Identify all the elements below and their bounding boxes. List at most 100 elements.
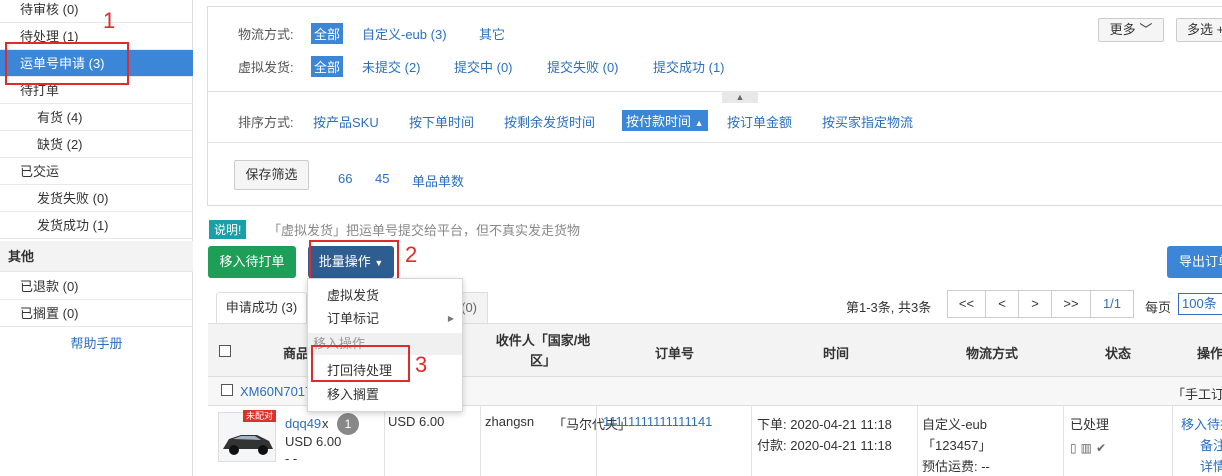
group-checkbox[interactable] (221, 384, 233, 396)
save-filter-button[interactable]: 保存筛选 (234, 160, 309, 190)
prev-page-button[interactable]: < (985, 290, 1019, 318)
order-time: 下单: 2020-04-21 11:18 (757, 417, 892, 432)
sidebar-item-out-of-stock[interactable]: 缺货 (2) (0, 131, 193, 158)
action-note[interactable]: 备注 (1200, 435, 1222, 454)
annotation-box-1 (5, 42, 129, 85)
virtual-option-success[interactable]: 提交成功 (1) (653, 57, 725, 76)
sort-option-sku[interactable]: 按产品SKU (313, 112, 379, 131)
select-all-checkbox[interactable] (219, 345, 231, 357)
more-button[interactable]: 更多 ﹀ (1098, 18, 1164, 42)
product-sku-link[interactable]: dqq49 (285, 416, 321, 431)
menu-item-virtual-ship[interactable]: 虚拟发货 (308, 285, 462, 307)
unmatched-badge: 未配对 (243, 410, 277, 422)
cell-divider (917, 406, 918, 476)
last-page-button[interactable]: >> (1051, 290, 1091, 318)
menu-item-order-mark-label: 订单标记 (327, 311, 380, 326)
cell-divider (596, 406, 597, 476)
action-move-to-print[interactable]: 移入待打 (1181, 414, 1222, 433)
sort-option-pay-time[interactable]: 按付款时间 ▲ (622, 110, 708, 131)
status-icons: ▯▥✔ (1070, 441, 1110, 455)
menu-item-order-mark[interactable]: 订单标记 ▶ (308, 308, 462, 330)
sidebar-item-pending-review[interactable]: 待审核 (0) (0, 0, 193, 23)
check-icon[interactable]: ✔ (1096, 441, 1110, 455)
col-logistics: 物流方式 (966, 346, 1019, 361)
sidebar-item-shipped[interactable]: 已交运 (0, 158, 193, 185)
col-product: 商品 (283, 346, 310, 361)
recipient-name: zhangsn (485, 414, 535, 429)
col-time: 时间 (823, 346, 850, 361)
sidebar-item-ship-success[interactable]: 发货成功 (1) (0, 212, 193, 239)
order-number-link[interactable]: 11111111111111141 (603, 414, 712, 429)
virtual-ship-label: 虚拟发货: (238, 60, 294, 75)
filter-panel: 物流方式: 全部 自定义-eub (3) 其它 虚拟发货: 全部 未提交 (2)… (207, 6, 1222, 206)
sidebar-item-in-stock[interactable]: 有货 (4) (0, 104, 193, 131)
per-page-select[interactable]: 100条 (1178, 293, 1222, 315)
col-order-number: 订单号 (655, 346, 695, 361)
help-manual-link[interactable]: 帮助手册 (0, 330, 193, 357)
annotation-number-1: 1 (103, 8, 116, 33)
virtual-option-unsubmitted[interactable]: 未提交 (2) (362, 57, 421, 76)
first-page-button[interactable]: << (947, 290, 986, 318)
page-indicator: 1/1 (1090, 290, 1134, 318)
saved-filter-66[interactable]: 66 (338, 171, 352, 186)
divider (208, 142, 1222, 143)
notice-text: 「虚拟发货」把运单号提交给平台，但不真实发走货物 (268, 223, 581, 238)
group-tag: 「手工订单 (1172, 387, 1222, 402)
col-recipient: 收件人「国家/地区」 (495, 333, 591, 368)
annotation-number-2: 2 (405, 242, 418, 267)
tracking-number: 「123457」 (922, 438, 992, 453)
next-page-button[interactable]: > (1018, 290, 1052, 318)
attr-dash: - - (285, 451, 298, 466)
tab-apply-success[interactable]: 申请成功 (3) (216, 292, 307, 324)
pay-time: 付款: 2020-04-21 11:18 (757, 438, 892, 453)
notice-tag: 说明! (209, 220, 247, 239)
export-orders-button[interactable]: 导出订单 (1167, 246, 1222, 278)
copy-icon[interactable]: ▯ (1070, 441, 1081, 455)
sidebar-item-ship-failed[interactable]: 发货失败 (0) (0, 185, 193, 212)
sort-option-remaining-time[interactable]: 按剩余发货时间 (504, 112, 595, 131)
per-page-label: 每页 (1145, 300, 1172, 315)
barcode-icon[interactable]: ▥ (1081, 441, 1096, 455)
more-button-label: 更多 (1109, 22, 1136, 37)
sort-asc-icon: ▲ (694, 118, 704, 128)
cell-divider (751, 406, 752, 476)
logistics-option-all[interactable]: 全部 (311, 23, 344, 44)
col-actions: 操作 (1197, 346, 1222, 361)
move-to-print-button[interactable]: 移入待打单 (208, 246, 296, 278)
logistics-option-eub[interactable]: 自定义-eub (3) (362, 24, 447, 43)
cell-divider (384, 406, 385, 476)
order-amount: USD 6.00 (388, 414, 445, 429)
logistics-label: 物流方式: (238, 27, 294, 42)
logistics-option-other[interactable]: 其它 (479, 24, 505, 43)
annotation-box-3 (311, 345, 410, 382)
sort-option-amount[interactable]: 按订单金额 (727, 112, 792, 131)
sort-option-buyer-logistics[interactable]: 按买家指定物流 (822, 112, 913, 131)
sidebar-item-refunded[interactable]: 已退款 (0) (0, 273, 193, 300)
quantity-badge: 1 (337, 413, 359, 435)
chevron-down-icon: ﹀ (1139, 22, 1153, 37)
annotation-box-2 (309, 240, 399, 280)
virtual-option-failed[interactable]: 提交失败 (0) (547, 57, 619, 76)
saved-filter-single[interactable]: 单品单数 (412, 171, 464, 190)
virtual-option-submitting[interactable]: 提交中 (0) (454, 57, 513, 76)
multi-select-button[interactable]: 多选 + (1176, 18, 1222, 42)
collapse-toggle-icon[interactable]: ▲ (722, 91, 758, 103)
sort-option-order-time[interactable]: 按下单时间 (409, 112, 474, 131)
menu-item-move-shelved[interactable]: 移入搁置 (308, 384, 462, 406)
sidebar-item-shelved[interactable]: 已搁置 (0) (0, 300, 193, 327)
logistics-method: 自定义-eub (922, 417, 988, 432)
cell-divider (1172, 406, 1173, 476)
qty-x: x (322, 416, 329, 431)
sort-label: 排序方式: (238, 115, 294, 130)
saved-filter-45[interactable]: 45 (375, 171, 389, 186)
cell-divider (480, 406, 481, 476)
col-status: 状态 (1105, 346, 1132, 361)
group-id-link[interactable]: XM60N7017 (240, 384, 312, 399)
divider (208, 91, 1222, 92)
action-detail[interactable]: 详情 (1200, 456, 1222, 475)
estimated-freight: 预估运费: -- (922, 459, 990, 474)
virtual-option-all[interactable]: 全部 (311, 56, 344, 77)
annotation-number-3: 3 (415, 352, 428, 377)
pagination-summary: 第1-3条, 共3条 (846, 300, 932, 315)
sort-option-pay-time-label: 按付款时间 (626, 114, 692, 129)
